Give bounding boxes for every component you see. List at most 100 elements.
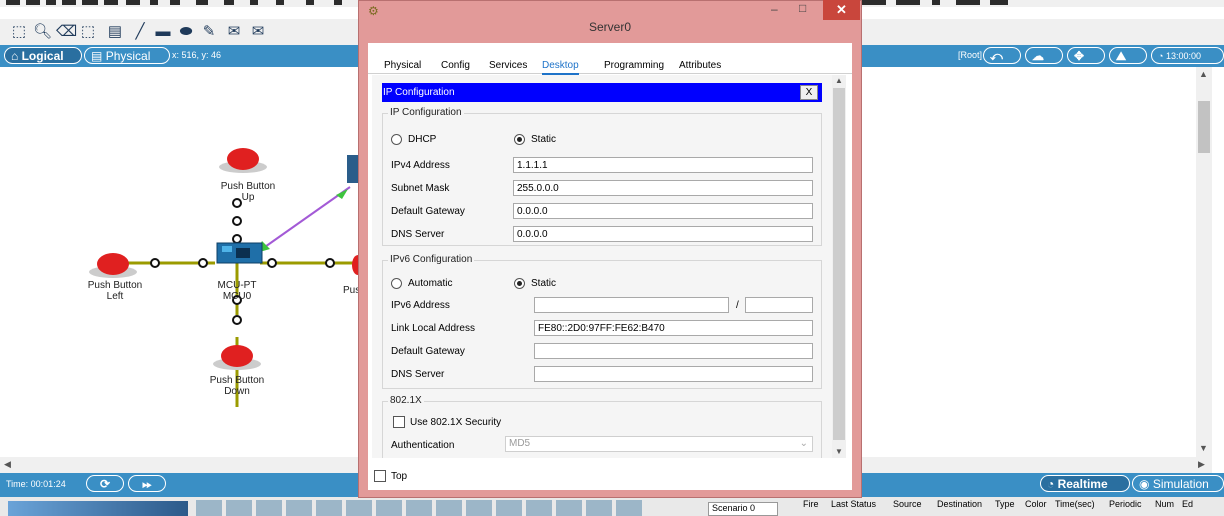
back-button[interactable]: ⤺: [983, 47, 1021, 64]
default-gateway-input[interactable]: [513, 203, 813, 219]
ipv6-gateway-input[interactable]: [534, 343, 813, 359]
static-radio[interactable]: [514, 134, 525, 145]
ipv6-automatic-label: Automatic: [408, 278, 453, 289]
move-icon: ✥: [1074, 49, 1085, 63]
ipv6-dns-input[interactable]: [534, 366, 813, 382]
authentication-value: MD5: [509, 438, 531, 449]
dhcp-label: DHCP: [408, 134, 437, 145]
logical-view-button[interactable]: ⌂ Logical: [4, 47, 82, 64]
ipv6-address-input[interactable]: [534, 297, 729, 313]
device-label-left: Push Button Left: [70, 280, 160, 302]
device-label-line: Push Button: [209, 375, 265, 386]
device-list-icons[interactable]: [196, 500, 646, 516]
move-object-button[interactable]: ✥: [1067, 47, 1105, 64]
link-local-address-input[interactable]: [534, 320, 813, 336]
freehand-icon[interactable]: ✎: [200, 23, 218, 41]
device-label-line: Down: [224, 386, 250, 397]
power-cycle-button[interactable]: ⟳: [86, 475, 124, 492]
select-icon[interactable]: ⬚: [10, 23, 28, 41]
device-category-icons[interactable]: [8, 501, 188, 516]
back-icon: ⤺: [990, 49, 1003, 63]
tab-attributes[interactable]: Attributes: [679, 60, 721, 71]
dhcp-radio[interactable]: [391, 134, 402, 145]
subnet-mask-input[interactable]: [513, 180, 813, 196]
ipv6-static-label: Static: [531, 278, 557, 289]
device-label-line: MCU0: [222, 291, 252, 302]
push-button-up-icon[interactable]: [219, 148, 267, 173]
pdu-col-color: Color: [1025, 499, 1047, 509]
panel-scroll-thumb[interactable]: [833, 88, 845, 440]
new-cluster-button[interactable]: ☁: [1025, 47, 1063, 64]
ipv4-label: IPv4 Address: [391, 160, 450, 171]
ipv6-dns-label: DNS Server: [391, 369, 445, 380]
workspace-vertical-scrollbar[interactable]: ▲ ▼: [1196, 67, 1212, 457]
simple-pdu-icon[interactable]: ✉: [225, 23, 243, 41]
close-icon[interactable]: ✕: [823, 0, 860, 20]
image-icon: ⛰: [1116, 49, 1127, 63]
pdu-col-edit: Ed: [1182, 499, 1194, 509]
device-label-line: Push Button: [220, 181, 276, 192]
device-label-line: Push Button: [87, 280, 143, 291]
push-button-down-icon[interactable]: [213, 345, 261, 370]
complex-pdu-icon[interactable]: ✉: [249, 23, 267, 41]
panel-scroll-up-icon[interactable]: ▲: [835, 76, 843, 85]
ipv6-automatic-radio[interactable]: [391, 278, 402, 289]
delete-icon[interactable]: ⌫: [56, 23, 77, 41]
device-and-pdu-panel: Scenario 0 Fire Last Status Source Desti…: [0, 497, 1224, 516]
authentication-label: Authentication: [391, 440, 455, 451]
viewport-time-button[interactable]: ◔ 13:00:00: [1151, 47, 1224, 64]
note-icon[interactable]: ▤: [106, 23, 124, 41]
always-on-top-label: Top: [391, 471, 408, 482]
rectangle-icon[interactable]: ▬: [154, 23, 172, 41]
tab-physical[interactable]: Physical: [384, 60, 421, 71]
fast-forward-button[interactable]: ⏩︎: [128, 475, 166, 492]
mcu-board-icon[interactable]: [216, 242, 263, 264]
physical-icon: ▤: [91, 49, 103, 63]
scroll-right-icon[interactable]: ▶: [1198, 459, 1205, 470]
cloud-icon: ☁: [1032, 49, 1044, 63]
inspect-icon[interactable]: 🔍︎: [33, 23, 52, 41]
realtime-label: Realtime: [1057, 477, 1108, 491]
ipv4-address-input[interactable]: [513, 157, 813, 173]
tab-config[interactable]: Config: [441, 60, 470, 71]
ipv6-config-group-title: IPv6 Configuration: [388, 254, 475, 265]
pdu-col-fire: Fire: [803, 499, 819, 509]
cursor-coordinates: x: 516, y: 46: [172, 50, 222, 60]
use-dot1x-label: Use 802.1X Security: [410, 417, 502, 428]
realtime-mode-button[interactable]: ◔ Realtime: [1040, 475, 1130, 492]
maximize-icon[interactable]: □: [799, 1, 806, 15]
server-icon[interactable]: [347, 155, 358, 183]
dns-server-input[interactable]: [513, 226, 813, 242]
ipv6-gateway-label: Default Gateway: [391, 346, 465, 357]
push-button-left-icon[interactable]: [89, 253, 137, 278]
fast-forward-icon: ⏩︎: [142, 477, 152, 491]
resize-icon[interactable]: ⬚: [79, 23, 97, 41]
ipv6-address-label: IPv6 Address: [391, 300, 450, 311]
scroll-left-icon[interactable]: ◀: [4, 459, 11, 470]
authentication-select[interactable]: MD5 ⌄: [505, 436, 813, 452]
pdu-col-destination: Destination: [937, 499, 983, 509]
clock-icon: ◔: [1158, 51, 1164, 61]
scroll-thumb[interactable]: [1198, 101, 1210, 153]
tab-desktop[interactable]: Desktop: [542, 60, 579, 75]
use-dot1x-checkbox[interactable]: [393, 416, 405, 428]
ipv6-prefix-input[interactable]: [745, 297, 813, 313]
simulation-mode-button[interactable]: ◉ Simulation: [1132, 475, 1224, 492]
line-icon[interactable]: ╱: [131, 23, 149, 41]
minimize-icon[interactable]: –: [771, 2, 778, 16]
tab-programming[interactable]: Programming: [604, 60, 664, 71]
tab-services[interactable]: Services: [489, 60, 527, 71]
ellipse-icon[interactable]: ⬬: [177, 23, 195, 41]
panel-close-button[interactable]: X: [800, 85, 818, 100]
background-button[interactable]: ⛰: [1109, 47, 1147, 64]
ipv6-static-radio[interactable]: [514, 278, 525, 289]
panel-title: IP Configuration: [383, 87, 455, 98]
logical-icon: ⌂: [11, 49, 19, 63]
static-label: Static: [531, 134, 557, 145]
scroll-down-icon[interactable]: ▼: [1199, 443, 1208, 453]
panel-scroll-down-icon[interactable]: ▼: [835, 447, 843, 456]
physical-view-button[interactable]: ▤ Physical: [84, 47, 170, 64]
scroll-up-icon[interactable]: ▲: [1199, 69, 1208, 79]
always-on-top-checkbox[interactable]: [374, 470, 386, 482]
scenario-select[interactable]: Scenario 0: [708, 502, 778, 516]
